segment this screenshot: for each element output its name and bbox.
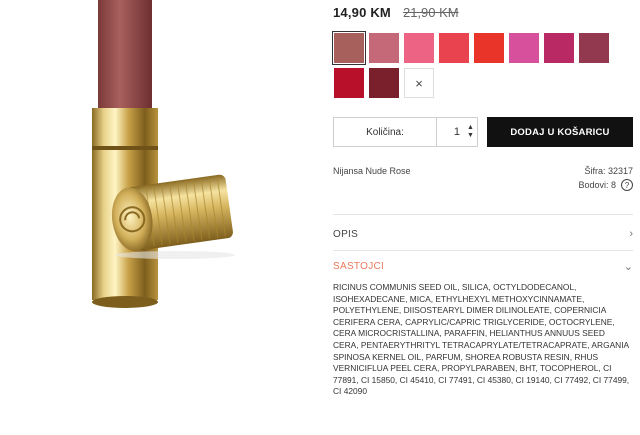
swatch-8[interactable] [579, 33, 609, 63]
accordion-description-title: OPIS [333, 228, 359, 240]
clear-swatch-button[interactable]: × [404, 68, 434, 98]
divider [333, 214, 633, 215]
close-icon: × [415, 75, 423, 91]
product-sku: Šifra: 32317 [584, 166, 633, 176]
accordion-ingredients[interactable]: SASTOJCI ⌄ [333, 256, 633, 276]
swatch-4[interactable] [439, 33, 469, 63]
quantity-label: Količina: [334, 118, 437, 146]
product-image [0, 0, 322, 435]
chevron-up-icon[interactable]: ▲ [467, 124, 474, 132]
swatch-6[interactable] [509, 33, 539, 63]
accordion-ingredients-title: SASTOJCI [333, 260, 385, 272]
chevron-right-icon: › [629, 228, 633, 240]
points-row: Bodovi: 8 ? [578, 179, 633, 191]
quantity-arrows: ▲ ▼ [464, 118, 477, 146]
chevron-down-icon: ⌄ [623, 260, 633, 273]
swatch-3[interactable] [404, 33, 434, 63]
swatch-9[interactable] [334, 68, 364, 98]
price-row: 14,90 KM 21,90 KM [333, 5, 459, 23]
swatch-7[interactable] [544, 33, 574, 63]
swatch-2[interactable] [369, 33, 399, 63]
shade-name: Nijansa Nude Rose [333, 166, 411, 176]
swatch-1[interactable] [332, 31, 366, 65]
price-old: 21,90 KM [402, 5, 459, 20]
product-details: 14,90 KM 21,90 KM × Količina: 1 ▲ ▼ DODA… [332, 0, 633, 435]
accordion-description[interactable]: OPIS › [333, 224, 633, 244]
price-current: 14,90 KM [333, 5, 391, 20]
swatch-5[interactable] [474, 33, 504, 63]
swatch-10[interactable] [369, 68, 399, 98]
ingredients-text: RICINUS COMMUNIS SEED OIL, SILICA, OCTYL… [333, 282, 630, 397]
points-value: Bodovi: 8 [578, 180, 616, 190]
quantity-input[interactable]: 1 [437, 118, 464, 146]
help-icon[interactable]: ? [621, 179, 633, 191]
chevron-down-icon[interactable]: ▼ [467, 132, 474, 140]
divider [333, 250, 633, 251]
quantity-stepper: Količina: 1 ▲ ▼ [333, 117, 478, 147]
add-to-cart-button[interactable]: DODAJ U KOŠARICU [487, 117, 633, 147]
